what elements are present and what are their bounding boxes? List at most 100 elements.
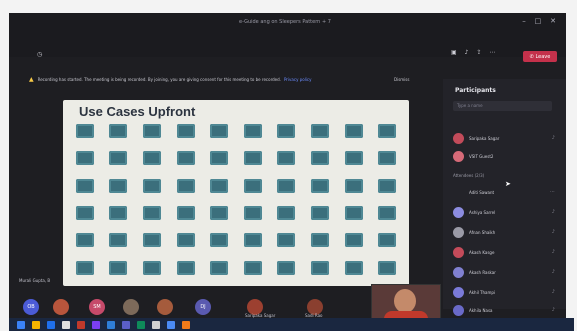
use-case-icon xyxy=(344,233,363,248)
use-case-icon xyxy=(75,260,94,275)
use-case-tile xyxy=(103,229,135,252)
use-case-icon xyxy=(277,178,296,193)
participant-video-avatar[interactable] xyxy=(53,299,69,315)
use-case-tile xyxy=(203,202,235,225)
use-case-tile xyxy=(103,175,135,198)
participant-name: Aditi Sawant xyxy=(469,189,495,195)
title-bar: e-Guide ang on Sleepers Pattern + 7 – □ … xyxy=(9,13,566,62)
window-controls: – □ ✕ xyxy=(522,17,556,25)
use-case-tile xyxy=(271,257,303,280)
use-case-tile xyxy=(371,202,403,225)
use-case-tile xyxy=(103,147,135,170)
use-case-tile xyxy=(203,147,235,170)
use-case-icon xyxy=(142,124,161,139)
use-case-icon xyxy=(310,260,329,275)
use-case-tile xyxy=(338,175,370,198)
use-case-icon xyxy=(109,151,128,166)
use-case-icon xyxy=(109,206,128,221)
taskbar-app-icon[interactable] xyxy=(182,320,190,329)
participant-name: Saripaka Sagar xyxy=(469,135,500,141)
mic-icon[interactable]: ♪ xyxy=(465,49,469,56)
mic-icon: ♪ xyxy=(551,135,555,141)
use-case-icon xyxy=(109,260,128,275)
taskbar-app-icon[interactable] xyxy=(152,320,160,329)
use-case-tile xyxy=(170,175,202,198)
participant-item[interactable]: Akash Raskar ♪ xyxy=(453,265,561,279)
use-case-icon xyxy=(210,151,229,166)
use-case-icon xyxy=(176,260,195,275)
use-case-icon xyxy=(142,233,161,248)
participant-search-input[interactable]: Type a name xyxy=(453,101,552,111)
use-case-icon xyxy=(243,178,262,193)
taskbar-app-icon[interactable] xyxy=(92,320,100,329)
use-case-tile xyxy=(371,120,403,143)
mic-off-icon: ♪ xyxy=(551,289,555,295)
participant-video-avatar[interactable]: SM xyxy=(89,299,105,315)
use-case-tile xyxy=(237,229,269,252)
privacy-policy-link[interactable]: Privacy policy xyxy=(284,77,312,82)
dismiss-button[interactable]: Dismiss xyxy=(394,77,409,82)
taskbar-app-icon[interactable] xyxy=(32,320,40,329)
minimize-icon[interactable]: – xyxy=(522,17,526,25)
use-case-icon xyxy=(210,206,229,221)
more-icon[interactable]: ⋯ xyxy=(490,49,496,56)
participant-item[interactable]: Akhil Thampi ♪ xyxy=(453,285,561,299)
use-case-icon xyxy=(344,260,363,275)
use-case-icon xyxy=(75,206,94,221)
use-case-icon xyxy=(243,233,262,248)
participant-video-avatar[interactable] xyxy=(157,299,173,315)
use-case-tile xyxy=(136,147,168,170)
use-case-icon xyxy=(243,260,262,275)
attendees-section-label[interactable]: Attendees (2/3) xyxy=(453,173,484,178)
maximize-icon[interactable]: □ xyxy=(535,17,542,25)
taskbar-app-icon[interactable] xyxy=(137,320,145,329)
use-case-icon xyxy=(243,124,262,139)
participant-video-avatar[interactable] xyxy=(123,299,139,315)
more-icon[interactable]: ⋯ xyxy=(550,189,555,195)
os-taskbar xyxy=(9,318,574,331)
participant-item[interactable]: VSIT Guest2 xyxy=(453,149,561,163)
use-case-tile xyxy=(136,175,168,198)
use-case-tile xyxy=(203,175,235,198)
participant-item[interactable]: Saripaka Sagar ♪ xyxy=(453,131,561,145)
use-case-icon xyxy=(210,124,229,139)
use-case-icon xyxy=(378,260,397,275)
avatar xyxy=(453,304,464,316)
participant-item[interactable]: Akhila Nasa ♪ xyxy=(453,303,561,317)
leave-label: Leave xyxy=(535,53,551,60)
use-case-icon xyxy=(243,151,262,166)
share-icon[interactable]: ⇪ xyxy=(477,49,482,56)
taskbar-app-icon[interactable] xyxy=(77,320,85,329)
taskbar-app-icon[interactable] xyxy=(122,320,130,329)
use-case-tile xyxy=(338,147,370,170)
close-icon[interactable]: ✕ xyxy=(550,17,556,25)
use-case-icon xyxy=(378,178,397,193)
taskbar-app-icon[interactable] xyxy=(47,320,55,329)
use-case-icon xyxy=(142,206,161,221)
use-case-tile xyxy=(136,229,168,252)
taskbar-app-icon[interactable] xyxy=(17,320,25,329)
avatar xyxy=(453,150,464,162)
participant-video-avatar[interactable]: OB xyxy=(23,299,39,315)
shared-slide: Use Cases Upfront xyxy=(63,100,409,286)
taskbar-app-icon[interactable] xyxy=(107,320,115,329)
taskbar-app-icon[interactable] xyxy=(167,320,175,329)
use-case-tile xyxy=(203,257,235,280)
participant-video-avatar[interactable]: DJ xyxy=(195,299,211,315)
use-case-icon xyxy=(210,178,229,193)
use-case-icon xyxy=(344,151,363,166)
participant-item[interactable]: Afnan Shaikh ♪ xyxy=(453,225,561,239)
use-case-tile xyxy=(304,175,336,198)
leave-button[interactable]: ✆ Leave xyxy=(523,51,557,62)
use-case-tile xyxy=(170,202,202,225)
use-case-tile xyxy=(170,257,202,280)
taskbar-app-icon[interactable] xyxy=(62,320,70,329)
use-case-grid xyxy=(69,120,403,280)
use-case-tile xyxy=(237,147,269,170)
camera-icon[interactable]: ▣ xyxy=(451,49,457,56)
use-case-icon xyxy=(378,124,397,139)
window-title: e-Guide ang on Sleepers Pattern + 7 xyxy=(239,19,331,25)
participant-item[interactable]: Ashiya Sarrel ♪ xyxy=(453,205,561,219)
use-case-icon xyxy=(75,178,94,193)
participant-item[interactable]: Akash Kasge ♪ xyxy=(453,245,561,259)
